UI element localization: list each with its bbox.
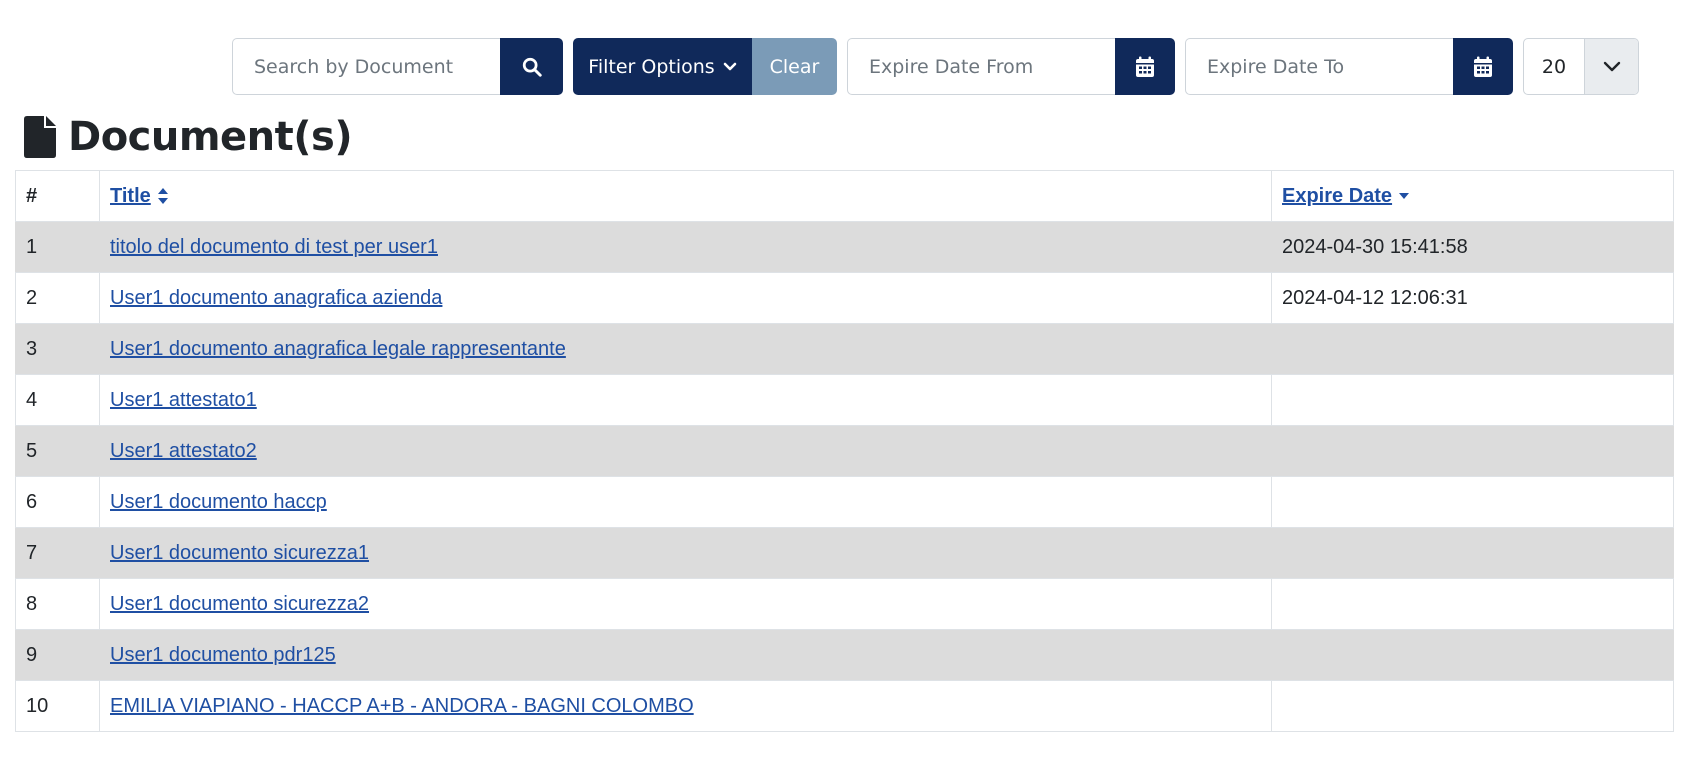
page-size-toggle[interactable] bbox=[1584, 39, 1638, 94]
expire-date-to-placeholder: Expire Date To bbox=[1207, 55, 1345, 78]
page-title: Document(s) bbox=[24, 112, 353, 162]
sort-by-expire-date-link[interactable]: Expire Date bbox=[1282, 185, 1410, 208]
row-number: 10 bbox=[15, 680, 100, 732]
row-title-cell: User1 documento sicurezza1 bbox=[99, 527, 1272, 579]
table-row: 3 User1 documento anagrafica legale rappr… bbox=[15, 323, 1674, 375]
row-title-cell: User1 attestato2 bbox=[99, 425, 1272, 477]
row-expire-date bbox=[1271, 578, 1674, 630]
row-expire-date bbox=[1271, 323, 1674, 375]
row-expire-date bbox=[1271, 527, 1674, 579]
row-number: 5 bbox=[15, 425, 100, 477]
row-number: 4 bbox=[15, 374, 100, 426]
document-title-link[interactable]: User1 documento anagrafica azienda bbox=[110, 287, 442, 309]
document-title-link[interactable]: User1 documento pdr125 bbox=[110, 644, 336, 666]
document-title-link[interactable]: User1 documento sicurezza1 bbox=[110, 542, 369, 564]
clear-label: Clear bbox=[769, 55, 820, 78]
table-row: 5 User1 attestato2 bbox=[15, 425, 1674, 477]
row-expire-date bbox=[1271, 629, 1674, 681]
sort-by-title-link[interactable]: Title bbox=[110, 185, 169, 208]
page-size-value: 20 bbox=[1541, 55, 1567, 78]
clear-button[interactable]: Clear bbox=[752, 38, 837, 95]
table-header-row: # Title Expire Date bbox=[15, 170, 1674, 222]
expire-date-from-placeholder: Expire Date From bbox=[869, 55, 1034, 78]
row-number: 8 bbox=[15, 578, 100, 630]
row-number: 3 bbox=[15, 323, 100, 375]
row-expire-date: 2024-04-30 15:41:58 bbox=[1271, 221, 1674, 273]
expire-date-from-calendar-button[interactable] bbox=[1115, 38, 1175, 95]
table-row: 9 User1 documento pdr125 bbox=[15, 629, 1674, 681]
documents-table: # Title Expire Date 1 titolo del documen… bbox=[15, 170, 1674, 732]
search-icon bbox=[522, 57, 542, 77]
document-title-link[interactable]: EMILIA VIAPIANO - HACCP A+B - ANDORA - B… bbox=[110, 695, 694, 717]
row-expire-date bbox=[1271, 374, 1674, 426]
row-title-cell: User1 documento haccp bbox=[99, 476, 1272, 528]
row-number: 1 bbox=[15, 221, 100, 273]
chevron-down-icon bbox=[723, 62, 737, 70]
sort-desc-icon bbox=[1399, 193, 1410, 199]
document-title-link[interactable]: User1 documento sicurezza2 bbox=[110, 593, 369, 615]
row-title-cell: User1 documento pdr125 bbox=[99, 629, 1272, 681]
search-button[interactable] bbox=[500, 38, 563, 95]
search-input[interactable]: Search by Document bbox=[232, 38, 500, 95]
expire-date-to-input[interactable]: Expire Date To bbox=[1185, 38, 1453, 95]
sort-icon bbox=[157, 188, 168, 204]
table-row: 2 User1 documento anagrafica azienda 2024-… bbox=[15, 272, 1674, 324]
row-expire-date bbox=[1271, 476, 1674, 528]
document-title-link[interactable]: titolo del documento di test per user1 bbox=[110, 236, 438, 258]
document-title-link[interactable]: User1 documento anagrafica legale rappre… bbox=[110, 338, 566, 360]
expire-date-to-calendar-button[interactable] bbox=[1453, 38, 1513, 95]
row-title-cell: EMILIA VIAPIANO - HACCP A+B - ANDORA - B… bbox=[99, 680, 1272, 732]
table-row: 10 EMILIA VIAPIANO - HACCP A+B - ANDORA -… bbox=[15, 680, 1674, 732]
row-expire-date bbox=[1271, 425, 1674, 477]
search-placeholder: Search by Document bbox=[254, 55, 454, 78]
row-title-cell: User1 documento anagrafica legale rappre… bbox=[99, 323, 1272, 375]
table-row: 6 User1 documento haccp bbox=[15, 476, 1674, 528]
table-row: 8 User1 documento sicurezza2 bbox=[15, 578, 1674, 630]
page-title-text: Document(s) bbox=[68, 114, 353, 160]
row-title-cell: User1 attestato1 bbox=[99, 374, 1272, 426]
document-title-link[interactable]: User1 attestato2 bbox=[110, 440, 257, 462]
column-header-expire-date-label: Expire Date bbox=[1282, 184, 1393, 207]
row-title-cell: User1 documento anagrafica azienda bbox=[99, 272, 1272, 324]
row-number: 7 bbox=[15, 527, 100, 579]
toolbar: Search by Document Filter Options Clear … bbox=[0, 38, 1689, 95]
expire-date-from-input[interactable]: Expire Date From bbox=[847, 38, 1115, 95]
row-title-cell: User1 documento sicurezza2 bbox=[99, 578, 1272, 630]
column-header-expire-date[interactable]: Expire Date bbox=[1271, 170, 1674, 222]
column-header-title-label: Title bbox=[110, 184, 151, 207]
row-number: 6 bbox=[15, 476, 100, 528]
document-title-link[interactable]: User1 documento haccp bbox=[110, 491, 327, 513]
table-row: 4 User1 attestato1 bbox=[15, 374, 1674, 426]
file-icon bbox=[24, 116, 56, 158]
row-title-cell: titolo del documento di test per user1 bbox=[99, 221, 1272, 273]
column-header-num: # bbox=[15, 170, 100, 222]
calendar-icon bbox=[1136, 56, 1154, 77]
filter-options-button[interactable]: Filter Options bbox=[573, 38, 752, 95]
page-size-select[interactable]: 20 bbox=[1523, 38, 1639, 95]
table-row: 7 User1 documento sicurezza1 bbox=[15, 527, 1674, 579]
row-number: 2 bbox=[15, 272, 100, 324]
calendar-icon bbox=[1474, 56, 1492, 77]
row-expire-date: 2024-04-12 12:06:31 bbox=[1271, 272, 1674, 324]
filter-options-label: Filter Options bbox=[588, 55, 715, 78]
chevron-down-icon bbox=[1603, 61, 1620, 71]
row-number: 9 bbox=[15, 629, 100, 681]
table-row: 1 titolo del documento di test per user1 2… bbox=[15, 221, 1674, 273]
column-header-title[interactable]: Title bbox=[99, 170, 1272, 222]
row-expire-date bbox=[1271, 680, 1674, 732]
document-title-link[interactable]: User1 attestato1 bbox=[110, 389, 257, 411]
